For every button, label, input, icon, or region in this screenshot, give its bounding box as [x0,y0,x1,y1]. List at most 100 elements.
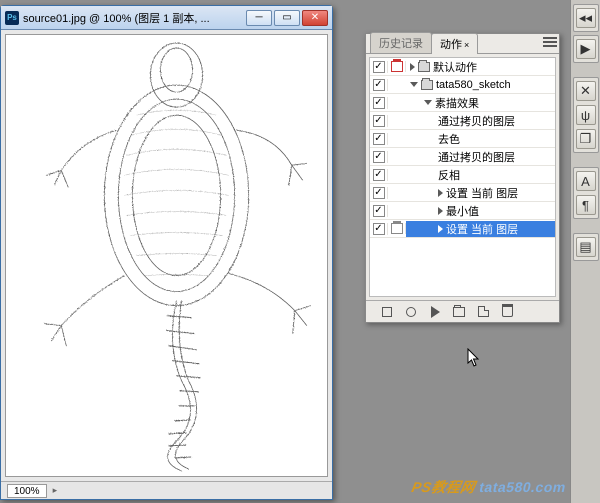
watermark-url: tata580.com [478,479,568,495]
toolbar-group-5: ▤ [573,233,599,261]
delete-button[interactable] [500,305,514,319]
folder-icon [418,62,430,72]
tab-close-icon[interactable]: × [464,40,469,50]
panel-tabs: 历史记录 动作× [366,34,559,54]
play-button[interactable] [428,305,442,319]
panel-menu-icon[interactable] [543,36,557,48]
check-icon [373,169,385,181]
toggle-cell[interactable] [370,205,388,217]
row-main: 通过拷贝的图层 [406,113,555,129]
panel-icon[interactable]: ▤ [576,237,596,257]
actions-list[interactable]: 默认动作tata580_sketch素描效果通过拷贝的图层去色通过拷贝的图层反相… [369,57,556,297]
toggle-cell[interactable] [370,79,388,91]
row-label: 去色 [438,131,460,147]
row-main: 素描效果 [406,95,555,111]
panel-footer [366,300,559,322]
folder-icon [421,80,433,90]
watermark-text: PS教程网 [410,479,477,495]
toggle-cell[interactable] [370,61,388,73]
row-label: 通过拷贝的图层 [438,149,515,165]
row-main: 默认动作 [406,59,555,75]
toolbar-group-1: ◂◂ [573,4,599,32]
action-row[interactable]: 通过拷贝的图层 [370,112,555,130]
layers-icon[interactable]: ❐ [576,129,596,149]
row-label: tata580_sketch [436,79,511,91]
zoom-field[interactable]: 100% [7,484,47,498]
minimize-button[interactable]: ─ [246,10,272,26]
tab-history[interactable]: 历史记录 [370,32,432,53]
toggle-cell[interactable] [370,151,388,163]
tab-actions[interactable]: 动作× [431,33,478,54]
actions-panel: 历史记录 动作× 默认动作 tata580_sketch 素描效果通过拷贝的图层去色… [365,33,560,323]
row-label: 反相 [438,167,460,183]
twist-down-icon[interactable] [410,82,418,87]
mouse-cursor-icon [467,348,481,368]
action-row[interactable]: tata580_sketch [370,76,555,94]
action-row[interactable]: 默认动作 [370,58,555,76]
window-title: source01.jpg @ 100% (图层 1 副本, ... [23,10,242,26]
status-bar: 100% ▸ [1,481,332,499]
dialog-icon [391,61,403,72]
dialog-cell[interactable] [388,223,406,234]
row-label: 最小值 [446,203,479,219]
brush-icon[interactable]: ψ [576,105,596,125]
canvas[interactable] [5,34,328,477]
check-icon [373,187,385,199]
check-icon [373,151,385,163]
dialog-icon [391,223,403,234]
action-row[interactable]: 设置 当前 图层 [370,220,555,238]
toggle-cell[interactable] [370,133,388,145]
toggle-cell[interactable] [370,115,388,127]
watermark: PS教程网 tata580.com [410,477,568,497]
dialog-cell[interactable] [388,61,406,72]
action-row[interactable]: 设置 当前 图层 [370,184,555,202]
twist-right-icon[interactable] [410,63,415,71]
document-window: Ps source01.jpg @ 100% (图层 1 副本, ... ─ ▭… [0,5,333,500]
new-action-button[interactable] [476,305,490,319]
row-main: 反相 [406,167,555,183]
toolbar-group-2: ▶ [573,35,599,63]
action-row[interactable]: 反相 [370,166,555,184]
check-icon [373,115,385,127]
tools-icon[interactable]: ✕ [576,81,596,101]
check-icon [373,79,385,91]
maximize-button[interactable]: ▭ [274,10,300,26]
action-row[interactable]: 素描效果 [370,94,555,112]
action-row[interactable]: 最小值 [370,202,555,220]
twist-right-icon[interactable] [438,207,443,215]
close-button[interactable]: ✕ [302,10,328,26]
twist-down-icon[interactable] [424,100,432,105]
twist-right-icon[interactable] [438,225,443,233]
expand-dock-icon[interactable]: ◂◂ [576,8,596,28]
twist-right-icon[interactable] [438,189,443,197]
toggle-cell[interactable] [370,97,388,109]
paragraph-icon[interactable]: ¶ [576,195,596,215]
row-label: 通过拷贝的图层 [438,113,515,129]
app-icon: Ps [5,11,19,25]
record-button[interactable] [404,305,418,319]
titlebar[interactable]: Ps source01.jpg @ 100% (图层 1 副本, ... ─ ▭… [1,6,332,30]
action-row[interactable]: 通过拷贝的图层 [370,148,555,166]
play-panel-icon[interactable]: ▶ [576,39,596,59]
toggle-cell[interactable] [370,223,388,235]
check-icon [373,223,385,235]
row-label: 默认动作 [433,59,477,75]
check-icon [373,97,385,109]
row-main: 去色 [406,131,555,147]
tab-actions-label: 动作 [440,39,462,51]
new-set-button[interactable] [452,305,466,319]
toggle-cell[interactable] [370,169,388,181]
row-main: tata580_sketch [406,79,555,91]
row-main: 通过拷贝的图层 [406,149,555,165]
row-main: 最小值 [406,203,555,219]
check-icon [373,133,385,145]
toggle-cell[interactable] [370,187,388,199]
action-row[interactable]: 去色 [370,130,555,148]
stop-button[interactable] [380,305,394,319]
type-icon[interactable]: A [576,171,596,191]
check-icon [373,205,385,217]
status-arrow-icon[interactable]: ▸ [53,485,58,496]
toolbar-group-3: ✕ ψ ❐ [573,77,599,153]
row-main: 设置 当前 图层 [406,221,555,237]
row-main: 设置 当前 图层 [406,185,555,201]
